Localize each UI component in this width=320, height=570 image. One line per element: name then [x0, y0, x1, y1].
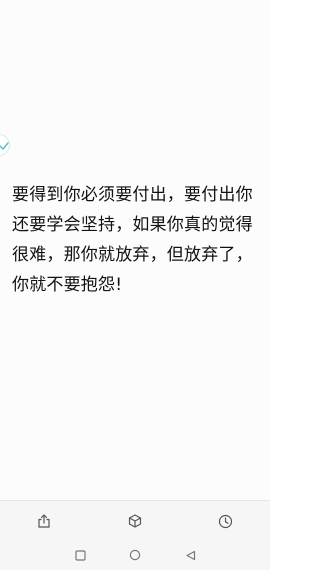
quote-text: 要得到你必须要付出，要付出你 还要学会坚持，如果你真的觉得 很难，那你就放弃，但… — [12, 180, 262, 300]
back-button[interactable] — [182, 547, 198, 563]
cube-icon — [128, 514, 142, 528]
back-icon — [185, 550, 195, 560]
quote-line-4: 你就不要抱怨! — [12, 275, 123, 295]
floating-check-badge[interactable] — [0, 134, 10, 156]
share-icon — [38, 514, 50, 528]
quote-line-1: 要得到你必须要付出，要付出你 — [12, 185, 253, 205]
home-button[interactable] — [127, 547, 143, 563]
quote-line-2: 还要学会坚持，如果你真的觉得 — [12, 215, 253, 235]
system-navigation-bar — [0, 540, 270, 570]
share-button[interactable] — [34, 511, 54, 531]
clock-button[interactable] — [215, 511, 235, 531]
bottom-toolbar — [0, 500, 270, 540]
recent-apps-button[interactable] — [72, 547, 88, 563]
clock-icon — [218, 514, 232, 528]
quote-line-3: 很难，那你就放弃，但放弃了， — [12, 245, 253, 265]
home-icon — [129, 549, 141, 561]
check-icon — [0, 142, 9, 150]
content-area: 要得到你必须要付出，要付出你 还要学会坚持，如果你真的觉得 很难，那你就放弃，但… — [0, 0, 270, 500]
recent-apps-icon — [74, 549, 86, 561]
cube-button[interactable] — [125, 511, 145, 531]
screen: 要得到你必须要付出，要付出你 还要学会坚持，如果你真的觉得 很难，那你就放弃，但… — [0, 0, 270, 570]
